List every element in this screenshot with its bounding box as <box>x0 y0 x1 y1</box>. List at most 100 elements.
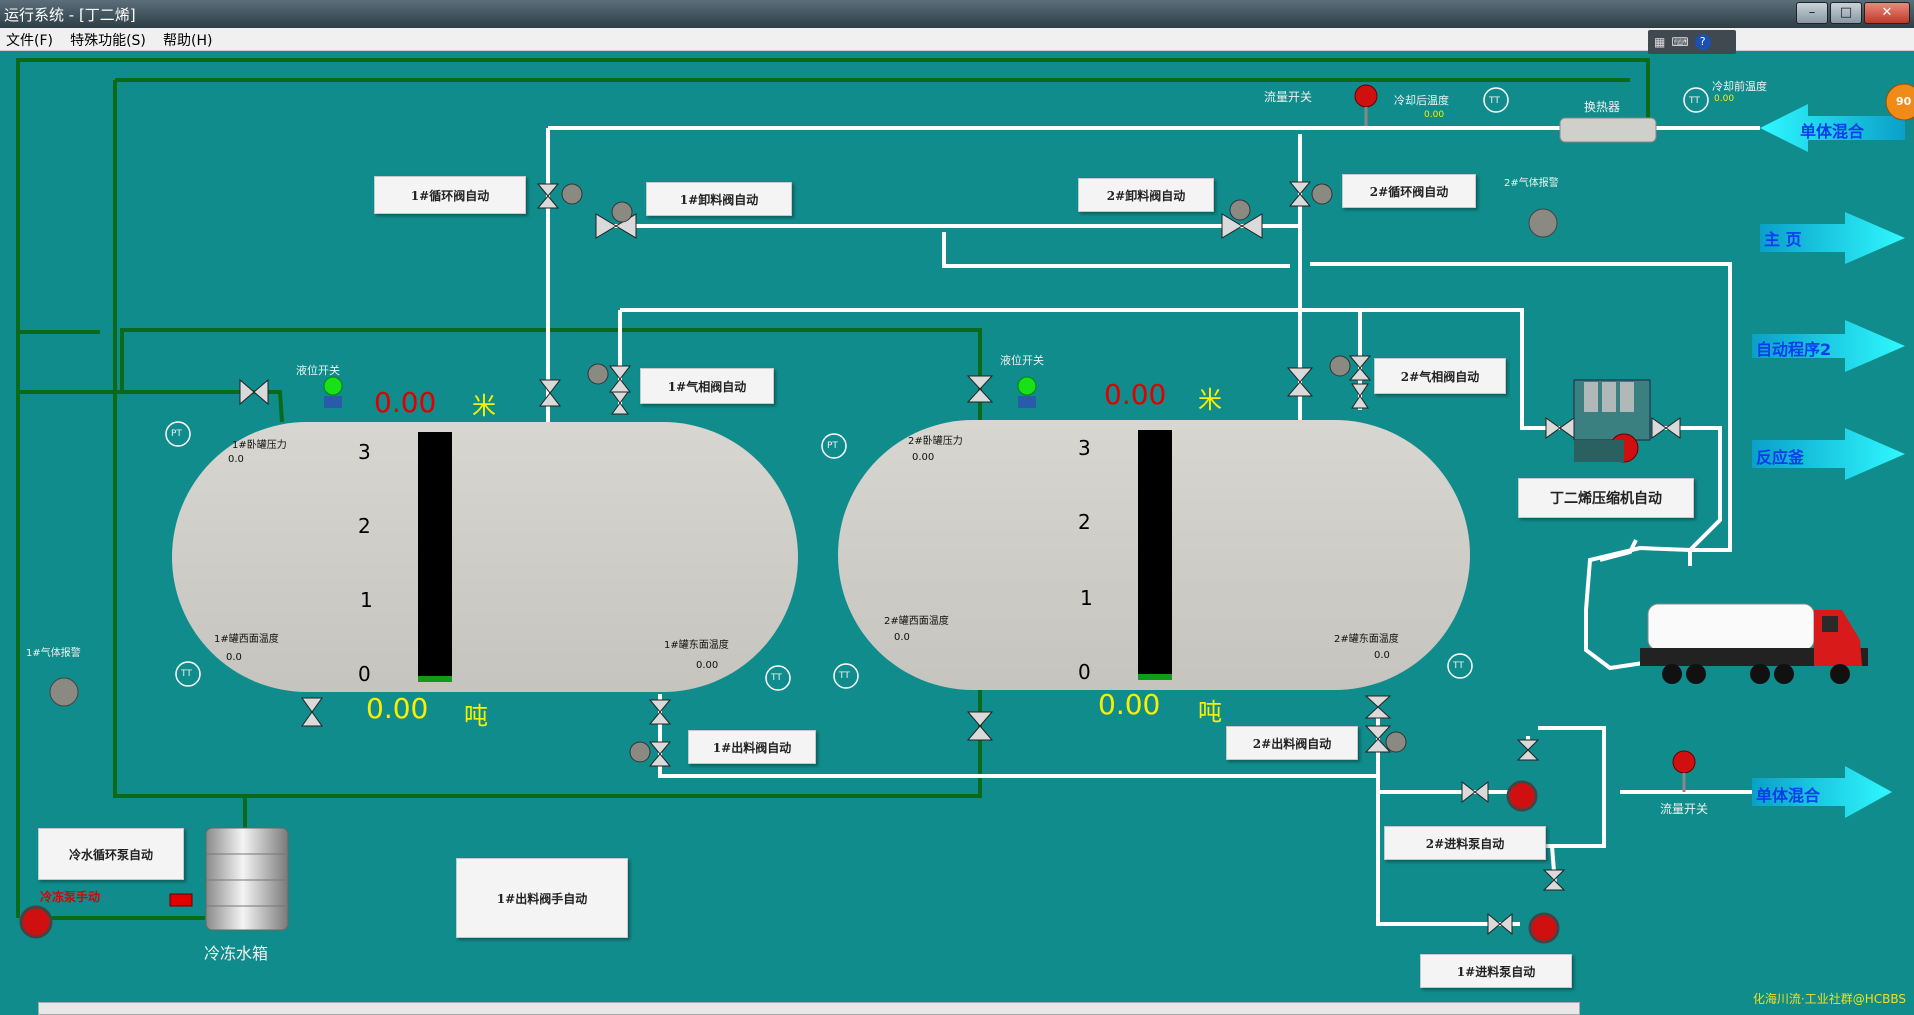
tt-before-cool: TT <box>1689 96 1700 106</box>
heat-exchanger-label: 换热器 <box>1584 100 1621 114</box>
valve-pump1-outlet[interactable] <box>1542 869 1566 891</box>
tank-2-level-fill <box>1138 674 1172 680</box>
tank-2-east-temp-label: 2#罐东面温度 <box>1334 634 1399 645</box>
tt-after-cool: TT <box>1489 96 1500 106</box>
gas-alarm-2-sensor <box>1528 208 1558 238</box>
tank-2-level-value: 0.00 <box>1104 378 1167 411</box>
tank-1-scale-1: 1 <box>360 588 373 612</box>
valve-2-gas-lower[interactable] <box>1351 383 1369 409</box>
valve-1-top[interactable] <box>538 379 562 407</box>
tank-1-circ-valve-button[interactable]: 1#循环阀自动 <box>374 176 526 214</box>
pt-tank-1: PT <box>171 429 182 439</box>
valve-1-bottom[interactable] <box>301 697 323 727</box>
valve-1-circ[interactable] <box>536 183 560 209</box>
outlet-manual-auto-button[interactable]: 1#出料阀手自动 <box>456 858 628 938</box>
tank-2-scale-2: 2 <box>1078 510 1091 534</box>
corner-badge: 90 <box>1896 95 1912 108</box>
tank-1-east-temp-label: 1#罐东面温度 <box>664 640 729 651</box>
flow-switch-top-label: 流量开关 <box>1264 90 1313 104</box>
compressor-unit <box>1573 379 1651 463</box>
valve-pump2-outlet[interactable] <box>1516 739 1540 761</box>
valve-pump1-inlet[interactable] <box>1487 912 1513 936</box>
tank-2-scale-0: 0 <box>1078 660 1091 684</box>
gas-alarm-1-sensor <box>49 677 79 707</box>
valve-cooling-inlet[interactable] <box>239 378 269 406</box>
nav-reactor[interactable]: 反应釜 <box>1756 444 1804 468</box>
valve-2-gas[interactable] <box>1348 355 1372 381</box>
tank-1-west-temp-value: 0.0 <box>226 652 242 663</box>
tank-1-level-bar <box>418 432 452 682</box>
tank-1-outlet-valve-button[interactable]: 1#出料阀自动 <box>688 730 816 764</box>
tank-2-east-temp-value: 0.0 <box>1374 650 1390 661</box>
valve-cooling-1[interactable] <box>966 375 994 403</box>
tank-2-scale-3: 3 <box>1078 436 1091 460</box>
after-cool-temp-label: 冷却后温度 <box>1394 94 1449 107</box>
valve-pump2-inlet[interactable] <box>1461 780 1489 804</box>
nav-monomer-mix-top[interactable]: 单体混合 <box>1800 118 1864 142</box>
tank-1-gas-valve-button[interactable]: 1#气相阀自动 <box>640 368 774 404</box>
tank-2-pressure-value: 0.00 <box>912 452 935 463</box>
tank-1-pressure-label: 1#卧罐压力 <box>232 440 287 451</box>
valve-1-gas-lower[interactable] <box>611 391 629 415</box>
tank-1-level-value: 0.00 <box>374 386 437 419</box>
tank-1-pressure-value: 0.0 <box>228 454 244 465</box>
footer-watermark: 化海川流·工业社群@HCBBS <box>1752 992 1906 1006</box>
tank-1-east-temp-value: 0.00 <box>696 660 719 671</box>
tank-1-scale-2: 2 <box>358 514 371 538</box>
valve-cooling-2[interactable] <box>966 711 994 741</box>
tank-2-west-temp-value: 0.0 <box>894 632 910 643</box>
tank-2-circ-valve-button[interactable]: 2#循环阀自动 <box>1342 174 1476 208</box>
tank-1-scale-0: 0 <box>358 662 371 686</box>
compressor-auto-button[interactable]: 丁二烯压缩机自动 <box>1518 478 1694 518</box>
level-switch-1-label: 液位开关 <box>296 364 340 377</box>
cool-tank-label: 冷冻水箱 <box>204 944 269 963</box>
tank-2-weight-unit: 吨 <box>1198 698 1222 726</box>
tank-2-scale-1: 1 <box>1080 586 1093 610</box>
tank-1 <box>172 422 798 692</box>
tank-2-outlet-valve-button[interactable]: 2#出料阀自动 <box>1226 726 1358 760</box>
tank-1-weight-value: 0.00 <box>366 692 429 725</box>
tank-2-discharge-valve-button[interactable]: 2#卸料阀自动 <box>1078 178 1214 212</box>
after-cool-temp-value: 0.00 <box>1424 110 1445 120</box>
nav-monomer-mix-bottom[interactable]: 单体混合 <box>1756 782 1820 806</box>
before-cool-temp-value: 0.00 <box>1714 94 1735 104</box>
tt-tank-1-west: TT <box>181 669 192 679</box>
feed-pump-1-button[interactable]: 1#进料泵自动 <box>1420 954 1572 988</box>
level-switch-2-label: 液位开关 <box>1000 354 1044 367</box>
cool-pump-auto-button[interactable]: 冷水循环泵自动 <box>38 828 184 880</box>
tt-tank-2-east: TT <box>1453 661 1464 671</box>
cool-pump-status <box>169 893 193 907</box>
cooling-tank <box>205 827 289 931</box>
nav-auto-program-2[interactable]: 自动程序2 <box>1756 336 1831 360</box>
tank-1-level-unit: 米 <box>472 392 496 420</box>
before-cool-temp-label: 冷却前温度 <box>1712 80 1767 93</box>
flow-switch-bottom-label: 流量开关 <box>1660 802 1709 816</box>
gas-alarm-2-label: 2#气体报警 <box>1504 178 1559 189</box>
valve-1-gas[interactable] <box>608 365 632 393</box>
valve-2-outlet-upper[interactable] <box>1364 695 1392 719</box>
valve-1-outlet[interactable] <box>648 741 672 767</box>
tank-2-level-bar <box>1138 430 1172 680</box>
valve-1-outlet-upper[interactable] <box>648 699 672 725</box>
horizontal-scrollbar[interactable] <box>38 1002 1580 1015</box>
valve-compressor-inlet[interactable] <box>1545 417 1575 439</box>
tt-tank-1-east: TT <box>771 673 782 683</box>
valve-2-top[interactable] <box>1286 367 1314 397</box>
tank-1-west-temp-label: 1#罐西面温度 <box>214 634 279 645</box>
tank-1-scale-3: 3 <box>358 440 371 464</box>
valve-compressor-outlet[interactable] <box>1651 417 1681 439</box>
tank-2-gas-valve-button[interactable]: 2#气相阀自动 <box>1374 358 1506 394</box>
tank-1-level-fill <box>418 676 452 682</box>
nav-home[interactable]: 主 页 <box>1764 226 1802 250</box>
cool-pump-manual-label: 冷冻泵手动 <box>40 890 101 904</box>
tanker-truck <box>1640 603 1868 684</box>
tank-2-pressure-label: 2#卧罐压力 <box>908 436 963 447</box>
gas-alarm-1-label: 1#气体报警 <box>26 648 81 659</box>
tank-2-west-temp-label: 2#罐西面温度 <box>884 616 949 627</box>
valve-2-circ[interactable] <box>1288 181 1312 207</box>
tt-tank-2-west: TT <box>839 671 850 681</box>
feed-pump-2-button[interactable]: 2#进料泵自动 <box>1384 826 1546 860</box>
tank-2-weight-value: 0.00 <box>1098 688 1161 721</box>
tank-2-level-unit: 米 <box>1198 386 1222 414</box>
tank-1-discharge-valve-button[interactable]: 1#卸料阀自动 <box>646 182 792 216</box>
